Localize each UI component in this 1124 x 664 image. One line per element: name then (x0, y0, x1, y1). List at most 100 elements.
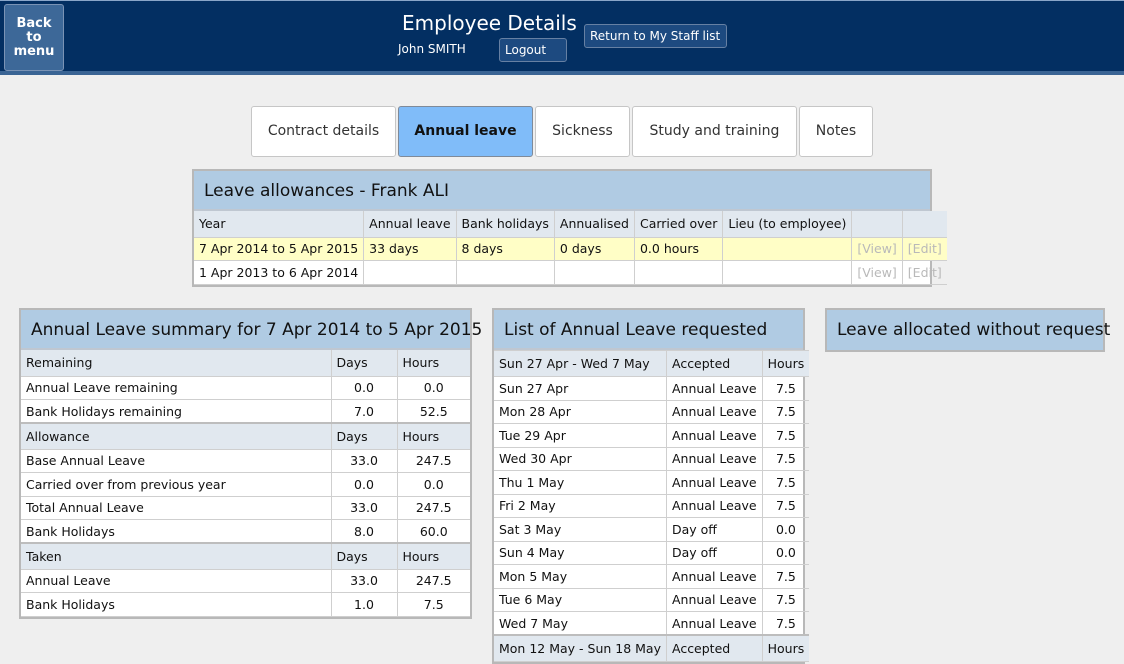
section-heading: Taken (21, 542, 332, 570)
hours-cell: 7.5 (761, 399, 810, 424)
summary-title: Annual Leave summary for 7 Apr 2014 to 5… (21, 310, 482, 350)
annualised-cell (553, 260, 635, 285)
days-value: 0.0 (330, 375, 398, 400)
leave-type-cell: Annual Leave (665, 611, 763, 636)
table-row: Mon 5 May Annual Leave 7.5 (494, 564, 810, 589)
days-value: 0.0 (330, 472, 398, 497)
days-value: 1.0 (330, 592, 398, 617)
logout-button[interactable]: Logout (499, 38, 567, 62)
section-header-row: Allowance Days Hours (21, 422, 470, 450)
tab-notes[interactable]: Notes (799, 106, 873, 157)
leave-type-cell: Annual Leave (665, 376, 763, 401)
hours-cell: 7.5 (761, 564, 810, 589)
section-heading: Allowance (21, 422, 332, 450)
date-cell: Fri 2 May (494, 493, 667, 518)
row-label: Bank Holidays (21, 519, 332, 544)
leave-type-cell: Annual Leave (665, 446, 763, 471)
tab-contract-details[interactable]: Contract details (251, 106, 396, 157)
date-cell: Sun 4 May (494, 540, 667, 565)
row-label: Base Annual Leave (21, 448, 332, 473)
leave-type-cell: Day off (665, 540, 763, 565)
date-range-header: Sun 27 Apr - Wed 7 May (494, 350, 667, 377)
edit-link[interactable]: [Edit] (901, 260, 947, 285)
table-row[interactable]: 1 Apr 2013 to 6 Apr 2014 [View] [Edit] (194, 260, 947, 285)
table-row: Bank Holidays remaining 7.0 52.5 (21, 399, 470, 424)
summary-table: Remaining Days Hours Annual Leave remain… (21, 350, 470, 617)
requested-title: List of Annual Leave requested (494, 310, 803, 350)
user-name: John SMITH (398, 42, 466, 56)
column-header: Annualised (553, 211, 635, 238)
year-cell: 7 Apr 2014 to 5 Apr 2015 (194, 236, 365, 261)
back-label-line: to (26, 30, 42, 45)
hours-cell: 7.5 (761, 611, 810, 636)
group-header-row: Mon 12 May - Sun 18 May Accepted Hours (494, 634, 810, 662)
tab-sickness[interactable]: Sickness (535, 106, 630, 157)
days-value: 33.0 (330, 448, 398, 473)
row-label: Carried over from previous year (21, 472, 332, 497)
hours-value: 247.5 (396, 448, 470, 473)
table-row: Bank Holidays 8.0 60.0 (21, 519, 470, 544)
view-link[interactable]: [View] (851, 236, 903, 261)
status-header: Accepted (665, 350, 763, 377)
leave-type-cell: Annual Leave (665, 423, 763, 448)
date-range-header: Mon 12 May - Sun 18 May (494, 634, 667, 662)
tab-study-and-training[interactable]: Study and training (632, 106, 797, 157)
table-row: Bank Holidays 1.0 7.5 (21, 592, 470, 617)
bank-holidays-cell: 8 days (455, 236, 555, 261)
hours-header: Hours (396, 350, 470, 377)
leave-type-cell: Annual Leave (665, 470, 763, 495)
table-row: Annual Leave 33.0 247.5 (21, 568, 470, 593)
table-row[interactable]: 7 Apr 2014 to 5 Apr 2015 33 days 8 days … (194, 236, 947, 261)
back-to-menu-button[interactable]: Back to menu (4, 4, 64, 71)
annual-leave-summary-panel: Annual Leave summary for 7 Apr 2014 to 5… (19, 308, 482, 619)
hours-value: 247.5 (396, 495, 470, 520)
days-value: 7.0 (330, 399, 398, 424)
hours-value: 0.0 (396, 375, 470, 400)
edit-link[interactable]: [Edit] (901, 236, 947, 261)
back-label-line: menu (13, 44, 55, 59)
date-cell: Tue 6 May (494, 587, 667, 612)
status-header: Accepted (665, 634, 763, 662)
hours-value: 247.5 (396, 568, 470, 593)
hours-cell: 7.5 (761, 423, 810, 448)
year-cell: 1 Apr 2013 to 6 Apr 2014 (194, 260, 365, 285)
tab-annual-leave[interactable]: Annual leave (398, 106, 533, 157)
column-header: Annual leave (363, 211, 457, 238)
annualised-cell: 0 days (553, 236, 635, 261)
row-label: Annual Leave remaining (21, 375, 332, 400)
days-value: 33.0 (330, 495, 398, 520)
row-label: Bank Holidays (21, 592, 332, 617)
annual-leave-requested-panel: List of Annual Leave requested Sun 27 Ap… (492, 308, 810, 664)
table-row: Tue 6 May Annual Leave 7.5 (494, 587, 810, 612)
hours-header: Hours (396, 422, 470, 450)
date-cell: Mon 28 Apr (494, 399, 667, 424)
unrequested-title: Leave allocated without request (827, 310, 1110, 350)
date-cell: Wed 7 May (494, 611, 667, 636)
table-row: Carried over from previous year 0.0 0.0 (21, 472, 470, 497)
days-value: 8.0 (330, 519, 398, 544)
hours-value: 52.5 (396, 399, 470, 424)
leave-type-cell: Annual Leave (665, 587, 763, 612)
leave-allowances-title: Leave allowances - Frank ALI (194, 171, 930, 211)
hours-cell: 0.0 (761, 517, 810, 542)
back-label-line: Back (16, 16, 52, 31)
table-row: Wed 30 Apr Annual Leave 7.5 (494, 446, 810, 471)
annual-leave-cell (363, 260, 457, 285)
app-header: Back to menu Employee Details John SMITH… (0, 0, 1124, 75)
leave-type-cell: Day off (665, 517, 763, 542)
leave-allocated-without-request-panel: Leave allocated without request (825, 308, 1110, 352)
leave-type-cell: Annual Leave (665, 399, 763, 424)
hours-header: Hours (761, 634, 810, 662)
section-header-row: Remaining Days Hours (21, 350, 470, 377)
table-row: Thu 1 May Annual Leave 7.5 (494, 470, 810, 495)
view-link[interactable]: [View] (851, 260, 903, 285)
table-row: Wed 7 May Annual Leave 7.5 (494, 611, 810, 636)
row-label: Annual Leave (21, 568, 332, 593)
table-row: Fri 2 May Annual Leave 7.5 (494, 493, 810, 518)
column-header: Year (194, 211, 365, 238)
group-header-row: Sun 27 Apr - Wed 7 May Accepted Hours (494, 350, 810, 377)
days-header: Days (330, 422, 398, 450)
column-header: Lieu (to employee) (722, 211, 853, 238)
hours-header: Hours (761, 350, 810, 377)
return-to-staff-list-button[interactable]: Return to My Staff list (584, 24, 727, 48)
